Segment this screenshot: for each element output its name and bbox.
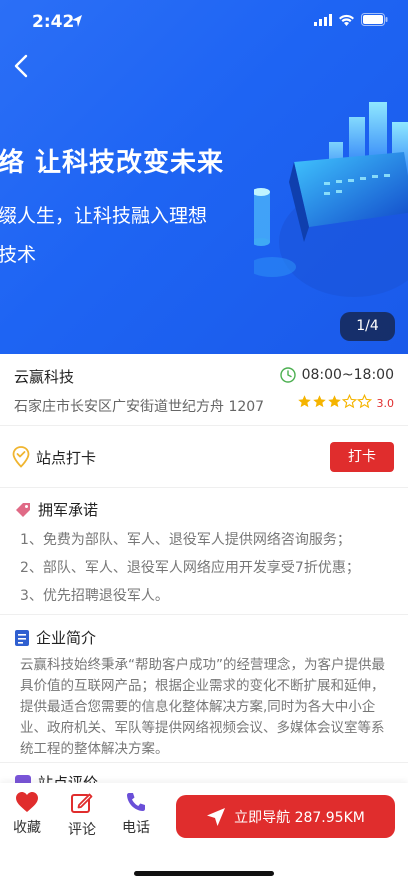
section-divider [0, 614, 408, 615]
rating-value: 3.0 [376, 397, 395, 410]
hero-banner[interactable]: 2:42 络 让科技改变未来 缀人生，让科技融入理想 技术 1/4 [0, 0, 408, 354]
home-indicator [134, 871, 274, 876]
edit-icon [71, 793, 93, 813]
book-icon [15, 629, 29, 646]
promise-section-title: 拥军承诺 [14, 499, 98, 520]
company-name: 云赢科技 [14, 368, 75, 386]
back-chevron-icon[interactable] [10, 52, 34, 80]
stars [297, 393, 372, 413]
battery-icon [361, 13, 388, 26]
intro-title: 企业简介 [36, 629, 97, 647]
star-rating: 3.0 [297, 393, 395, 413]
phone-icon [127, 793, 145, 811]
company-info: 云赢科技 08:00~18:00 石家庄市长安区广安街道世纪方舟 1207 3.… [0, 354, 408, 426]
hero-slogan: 络 让科技改变未来 [0, 148, 225, 178]
phone-button[interactable]: 电话 [111, 791, 161, 837]
checkin-row: 站点打卡 打卡 [0, 428, 408, 488]
checkin-label: 站点打卡 [36, 449, 97, 467]
star-filled-icon [312, 395, 326, 408]
wifi-icon [339, 14, 354, 26]
carousel-page-indicator: 1/4 [340, 312, 395, 341]
phone-label: 电话 [122, 820, 150, 836]
intro-text: 云赢科技始终秉承“帮助客户成功”的经营理念，为客户提供最具价值的互联网产品；根据… [20, 657, 385, 757]
comment-button[interactable]: 评论 [57, 791, 107, 839]
location-pin-icon [12, 446, 30, 468]
tag-icon [16, 502, 30, 517]
promise-title: 拥军承诺 [38, 501, 99, 519]
checkin-button[interactable]: 打卡 [330, 442, 394, 472]
promise-item: 3、优先招聘退役军人。 [20, 588, 169, 604]
opening-hours: 08:00~18:00 [279, 367, 394, 383]
section-divider [0, 762, 408, 763]
location-arrow-icon [72, 15, 82, 27]
intro-section-title: 企业简介 [14, 627, 96, 648]
signal-icon [314, 13, 332, 26]
clock-icon [279, 367, 296, 383]
tech-city-illustration [254, 102, 408, 297]
bottom-action-bar: 收藏 评论 电话 立即导航 287.95KM [0, 783, 408, 883]
navigate-button[interactable]: 立即导航 287.95KM [176, 795, 395, 838]
star-empty-icon [341, 393, 357, 409]
favorite-button[interactable]: 收藏 [2, 791, 52, 837]
heart-icon [16, 792, 38, 812]
status-bar: 2:42 [0, 0, 408, 44]
promise-item: 1、免费为部队、军人、退役军人提供网络咨询服务； [20, 532, 351, 548]
star-filled-icon [327, 395, 341, 408]
promise-item: 2、部队、军人、退役军人网络应用开发享受7折优惠； [20, 560, 360, 576]
hours-text: 08:00~18:00 [301, 367, 394, 383]
navigation-arrow-icon [207, 807, 226, 826]
hero-subtitle: 缀人生，让科技融入理想 [0, 205, 208, 227]
comment-label: 评论 [68, 822, 96, 838]
hero-subtitle-2: 技术 [0, 244, 37, 266]
favorite-label: 收藏 [13, 820, 41, 836]
status-time: 2:42 [32, 12, 75, 32]
navigate-label: 立即导航 287.95KM [234, 809, 365, 826]
company-address: 石家庄市长安区广安街道世纪方舟 1207 [14, 399, 265, 415]
star-empty-icon [356, 393, 372, 409]
star-filled-icon [297, 395, 311, 408]
